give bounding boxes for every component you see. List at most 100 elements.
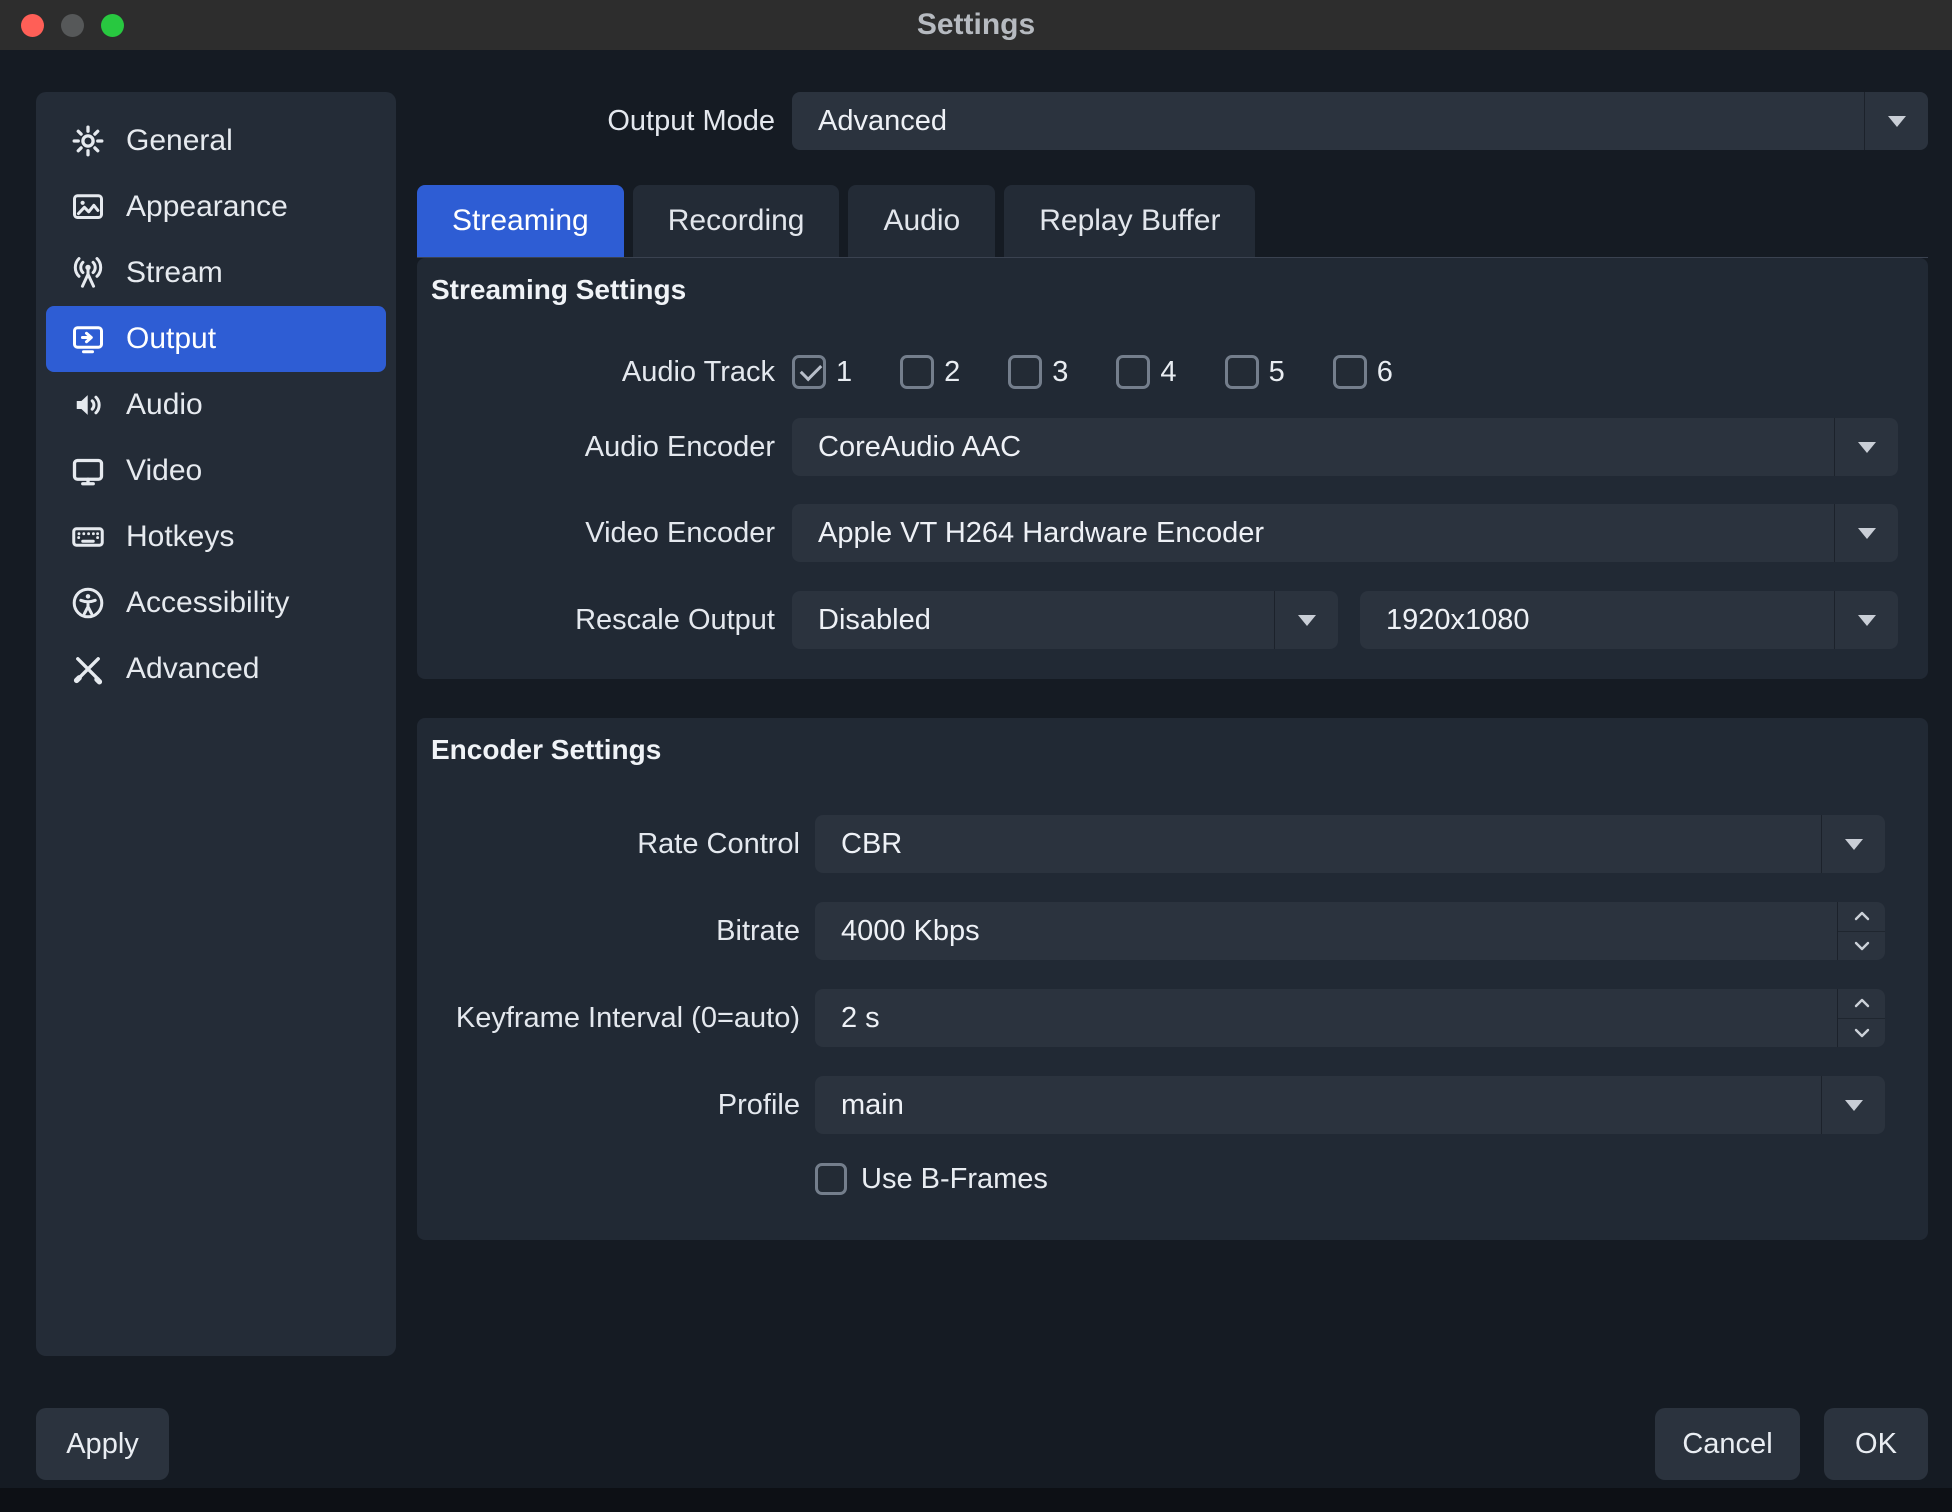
monitor-icon xyxy=(70,453,106,489)
tools-icon xyxy=(70,651,106,687)
profile-label: Profile xyxy=(417,1089,800,1122)
increment-button[interactable] xyxy=(1838,989,1885,1019)
rescale-output-select[interactable]: Disabled xyxy=(792,591,1338,649)
audio-track-row: Audio Track 1 2 3 4 xyxy=(417,354,1898,390)
bitrate-label: Bitrate xyxy=(417,915,800,948)
tab-label: Streaming xyxy=(452,204,589,238)
chevron-down-icon xyxy=(1274,591,1338,649)
sidebar-item-label: Output xyxy=(126,322,216,356)
audio-track-3-checkbox[interactable] xyxy=(1008,355,1042,389)
audio-track-2-checkbox[interactable] xyxy=(900,355,934,389)
keyframe-interval-row: Keyframe Interval (0=auto) 2 s xyxy=(417,989,1885,1047)
sidebar-item-advanced[interactable]: Advanced xyxy=(46,636,386,702)
apply-button[interactable]: Apply xyxy=(36,1408,169,1480)
audio-track-4-checkbox[interactable] xyxy=(1116,355,1150,389)
selected-value: CBR xyxy=(815,828,1821,861)
window-title: Settings xyxy=(917,8,1035,42)
tab-recording[interactable]: Recording xyxy=(633,185,840,257)
chevron-down-icon xyxy=(1821,815,1885,873)
output-mode-label: Output Mode xyxy=(417,105,775,138)
decrement-button[interactable] xyxy=(1838,1019,1885,1048)
audio-encoder-row: Audio Encoder CoreAudio AAC xyxy=(417,418,1898,476)
sidebar-item-label: Video xyxy=(126,454,202,488)
field-value: 4000 Kbps xyxy=(815,915,1837,948)
audio-encoder-select[interactable]: CoreAudio AAC xyxy=(792,418,1898,476)
sidebar-item-hotkeys[interactable]: Hotkeys xyxy=(46,504,386,570)
audio-track-5-checkbox[interactable] xyxy=(1225,355,1259,389)
appearance-icon xyxy=(70,189,106,225)
chevron-down-icon xyxy=(1864,92,1928,150)
audio-track-2[interactable]: 2 xyxy=(900,355,960,389)
bitrate-stepper xyxy=(1837,902,1885,960)
chevron-down-icon xyxy=(1821,1076,1885,1134)
output-tabbar: Streaming Recording Audio Replay Buffer xyxy=(417,184,1928,258)
video-encoder-label: Video Encoder xyxy=(417,517,775,550)
sidebar-item-appearance[interactable]: Appearance xyxy=(46,174,386,240)
rate-control-row: Rate Control CBR xyxy=(417,815,1885,873)
panel-title: Encoder Settings xyxy=(431,734,661,766)
sidebar-item-label: Audio xyxy=(126,388,203,422)
sidebar-item-label: Accessibility xyxy=(126,586,289,620)
chevron-down-icon xyxy=(1834,591,1898,649)
audio-track-6-checkbox[interactable] xyxy=(1333,355,1367,389)
rescale-resolution-select[interactable]: 1920x1080 xyxy=(1360,591,1898,649)
audio-track-5[interactable]: 5 xyxy=(1225,355,1285,389)
audio-encoder-label: Audio Encoder xyxy=(417,431,775,464)
audio-track-4[interactable]: 4 xyxy=(1116,355,1176,389)
audio-track-6[interactable]: 6 xyxy=(1333,355,1393,389)
audio-track-2-label: 2 xyxy=(944,356,960,389)
sidebar-item-video[interactable]: Video xyxy=(46,438,386,504)
tab-audio[interactable]: Audio xyxy=(848,185,995,257)
gear-icon xyxy=(70,123,106,159)
tab-streaming[interactable]: Streaming xyxy=(417,185,624,257)
encoder-settings-panel: Encoder Settings Rate Control CBR Bitrat… xyxy=(417,718,1928,1240)
keyframe-interval-input[interactable]: 2 s xyxy=(815,989,1885,1047)
cancel-button[interactable]: Cancel xyxy=(1655,1408,1800,1480)
increment-button[interactable] xyxy=(1838,902,1885,932)
audio-track-group: 1 2 3 4 5 xyxy=(792,355,1393,389)
sidebar-item-audio[interactable]: Audio xyxy=(46,372,386,438)
audio-track-label: Audio Track xyxy=(417,356,775,389)
use-b-frames-checkbox[interactable] xyxy=(815,1163,847,1195)
audio-track-3[interactable]: 3 xyxy=(1008,355,1068,389)
audio-track-1[interactable]: 1 xyxy=(792,355,852,389)
sidebar-item-label: Advanced xyxy=(126,652,259,686)
chevron-down-icon xyxy=(1834,418,1898,476)
selected-value: CoreAudio AAC xyxy=(792,431,1834,464)
output-mode-row: Output Mode Advanced xyxy=(417,92,1928,150)
tab-replay-buffer[interactable]: Replay Buffer xyxy=(1004,185,1255,257)
minimize-button[interactable] xyxy=(61,14,84,37)
sidebar-item-general[interactable]: General xyxy=(46,108,386,174)
bitrate-row: Bitrate 4000 Kbps xyxy=(417,902,1885,960)
video-encoder-select[interactable]: Apple VT H264 Hardware Encoder xyxy=(792,504,1898,562)
panel-title: Streaming Settings xyxy=(431,274,686,306)
ok-button[interactable]: OK xyxy=(1824,1408,1928,1480)
rescale-output-row: Rescale Output Disabled 1920x1080 xyxy=(417,591,1898,649)
use-b-frames-row: Use B-Frames xyxy=(417,1160,1885,1198)
selected-value: main xyxy=(815,1089,1821,1122)
sidebar-item-label: General xyxy=(126,124,233,158)
field-value: 2 s xyxy=(815,1002,1837,1035)
profile-select[interactable]: main xyxy=(815,1076,1885,1134)
decrement-button[interactable] xyxy=(1838,932,1885,961)
audio-track-5-label: 5 xyxy=(1269,356,1285,389)
traffic-lights xyxy=(21,14,124,37)
video-encoder-row: Video Encoder Apple VT H264 Hardware Enc… xyxy=(417,504,1898,562)
sidebar-item-stream[interactable]: Stream xyxy=(46,240,386,306)
selected-value: Advanced xyxy=(792,105,1864,138)
rescale-output-label: Rescale Output xyxy=(417,604,775,637)
sidebar-item-output[interactable]: Output xyxy=(46,306,386,372)
keyframe-stepper xyxy=(1837,989,1885,1047)
tab-label: Replay Buffer xyxy=(1039,204,1220,238)
rate-control-select[interactable]: CBR xyxy=(815,815,1885,873)
output-mode-select[interactable]: Advanced xyxy=(792,92,1928,150)
speaker-icon xyxy=(70,387,106,423)
use-b-frames-option[interactable]: Use B-Frames xyxy=(815,1163,1048,1196)
titlebar: Settings xyxy=(0,0,1952,50)
close-button[interactable] xyxy=(21,14,44,37)
sidebar-item-accessibility[interactable]: Accessibility xyxy=(46,570,386,636)
zoom-button[interactable] xyxy=(101,14,124,37)
bitrate-input[interactable]: 4000 Kbps xyxy=(815,902,1885,960)
audio-track-1-checkbox[interactable] xyxy=(792,355,826,389)
selected-value: Disabled xyxy=(792,604,1274,637)
